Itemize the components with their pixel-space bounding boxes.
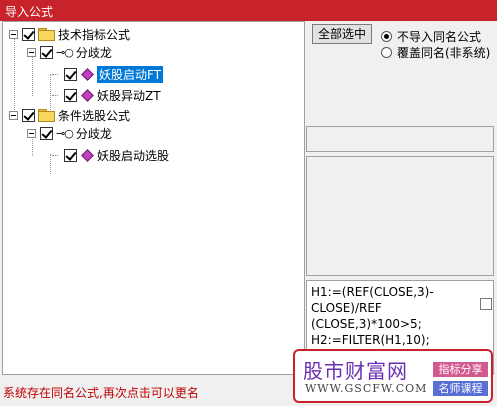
formula-icon	[81, 67, 94, 81]
group-label: 技术指标公式	[58, 27, 131, 42]
collapse-toggle[interactable]	[9, 29, 18, 39]
watermark-tag: 指标分享	[433, 362, 488, 377]
author-checkbox[interactable]	[40, 45, 53, 59]
description-area	[306, 156, 494, 276]
window-title: 导入公式	[5, 5, 54, 19]
formula-icon	[81, 88, 94, 102]
collapse-toggle[interactable]	[9, 110, 18, 120]
radio-no-import[interactable]: 不导入同名公式	[381, 28, 481, 45]
group-checkbox[interactable]	[22, 108, 35, 122]
select-all-button[interactable]: 全部选中	[312, 24, 372, 44]
info-field	[306, 126, 494, 152]
formula-label[interactable]: 妖股异动ZT	[97, 87, 161, 104]
title-bar: 导入公式	[0, 0, 497, 21]
formula-checkbox[interactable]	[64, 88, 77, 102]
formula-label[interactable]: 妖股启动选股	[97, 147, 169, 164]
collapse-toggle[interactable]	[27, 47, 36, 57]
tree-node-group[interactable]: 技术指标公式	[9, 25, 130, 43]
folder-icon	[38, 28, 55, 41]
formula-checkbox[interactable]	[64, 148, 77, 162]
tree-node-author[interactable]: ⊸○ 分歧龙	[27, 124, 112, 142]
author-checkbox[interactable]	[40, 126, 53, 140]
small-checkbox[interactable]	[480, 298, 492, 310]
watermark-tag: 名师课程	[433, 381, 488, 396]
radio-label: 不导入同名公式	[397, 30, 482, 44]
formula-line: H1:=(REF(CLOSE,3)-	[311, 285, 434, 299]
radio-overwrite[interactable]: 覆盖同名(非系统)	[381, 44, 490, 61]
tree-node-author[interactable]: ⊸○ 分歧龙	[27, 43, 112, 61]
tree-node-formula[interactable]: 妖股启动选股	[51, 146, 169, 164]
formula-line: H2:=FILTER(H1,10);	[311, 333, 430, 347]
group-checkbox[interactable]	[22, 27, 35, 41]
tree-node-formula[interactable]: 妖股启动FT	[51, 65, 164, 83]
tree-node-group[interactable]: 条件选股公式	[9, 106, 130, 124]
radio-button[interactable]	[381, 47, 392, 58]
status-message: 系统存在同名公式,再次点击可以更名	[3, 386, 199, 400]
collapse-toggle[interactable]	[27, 128, 36, 138]
formula-checkbox[interactable]	[64, 67, 77, 81]
formula-line: (CLOSE,3)*100>5;	[311, 317, 422, 331]
formula-icon	[81, 148, 94, 162]
key-icon: ⊸○	[56, 126, 74, 140]
author-label: 分歧龙	[75, 126, 112, 141]
radio-button[interactable]	[381, 31, 392, 42]
group-label: 条件选股公式	[58, 108, 131, 123]
formula-label[interactable]: 妖股启动FT	[97, 65, 164, 83]
watermark-logo: 股市财富网 WWW.GSCFW.COM 指标分享 名师课程	[293, 349, 493, 403]
author-label: 分歧龙	[75, 45, 112, 60]
tree-node-formula[interactable]: 妖股异动ZT	[51, 86, 161, 104]
key-icon: ⊸○	[56, 45, 74, 59]
formula-tree[interactable]: 技术指标公式 ⊸○ 分歧龙 妖股启动FT 妖股异动ZT 条件选股公式 ⊸○ 分歧…	[2, 21, 305, 375]
formula-line: CLOSE)/REF	[311, 301, 382, 315]
watermark-url: WWW.GSCFW.COM	[305, 382, 428, 395]
folder-icon	[38, 109, 55, 122]
radio-label: 覆盖同名(非系统)	[397, 46, 491, 60]
watermark-title: 股市财富网	[303, 359, 408, 383]
